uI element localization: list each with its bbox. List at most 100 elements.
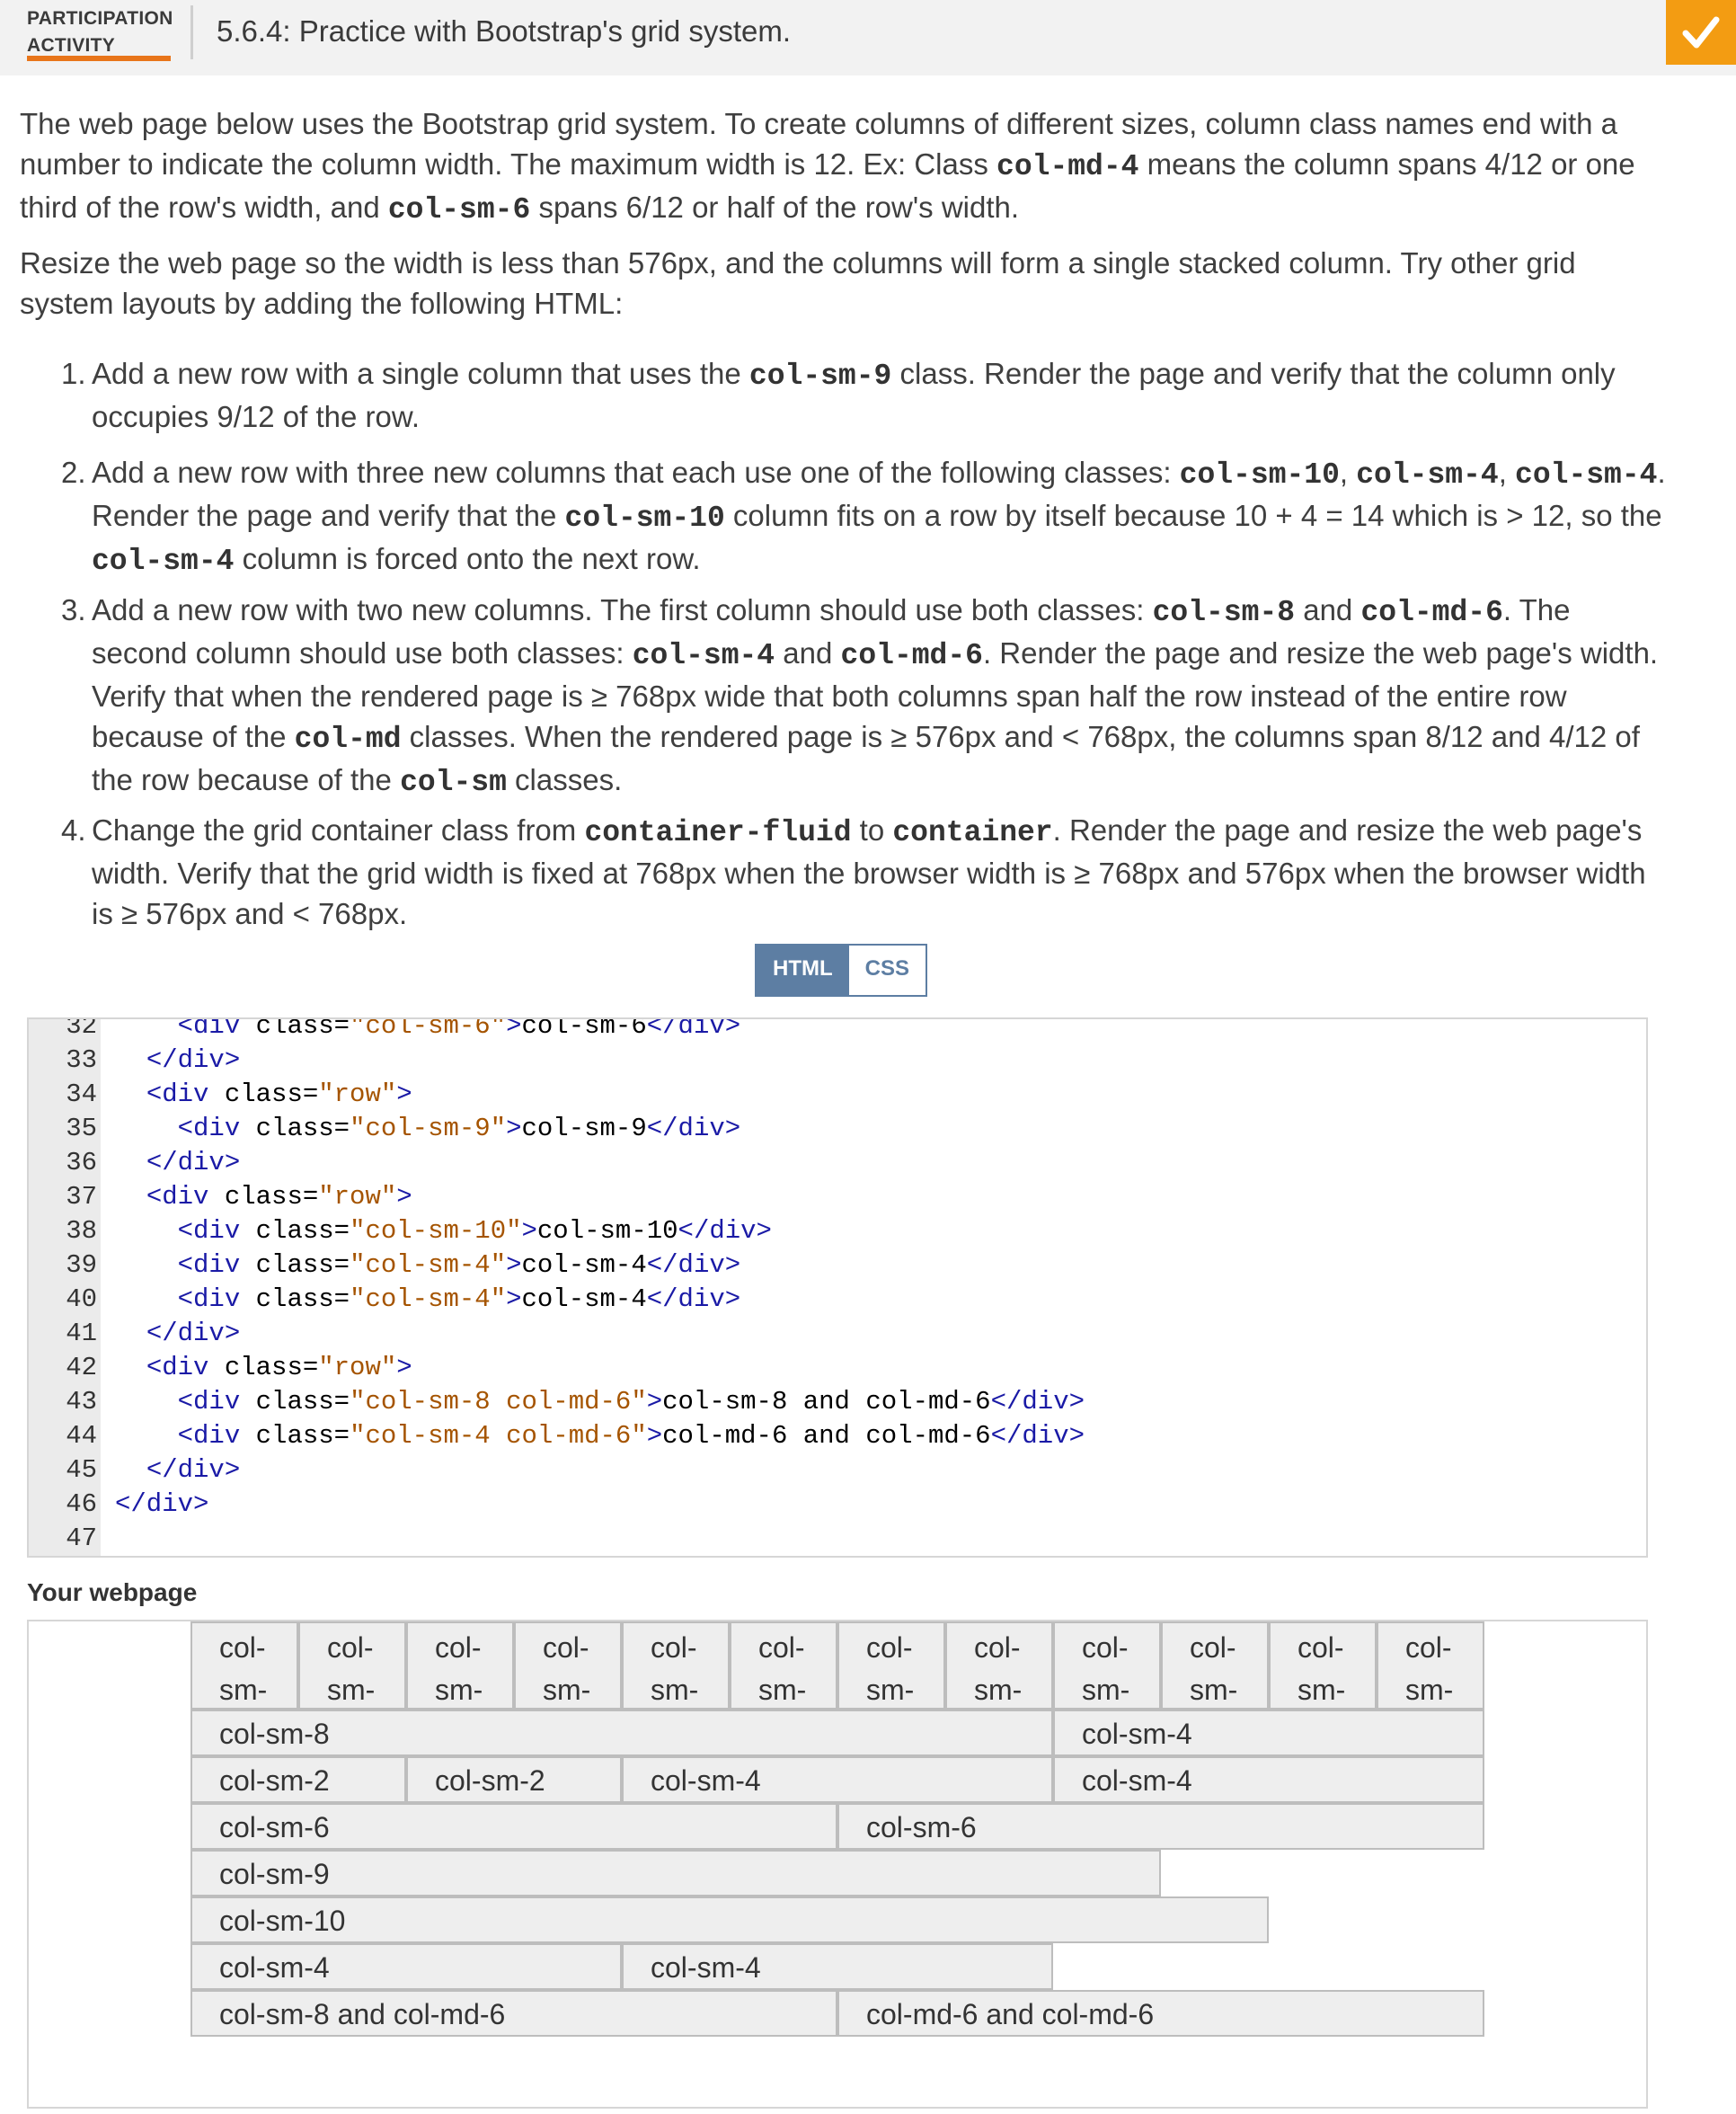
activity-type-label: PARTICIPATION ACTIVITY bbox=[27, 5, 173, 59]
code-attr-value: "col-sm-6" bbox=[350, 1017, 507, 1041]
grid-column-label: col- bbox=[1405, 1631, 1452, 1664]
step-text: Change the grid container class from con… bbox=[92, 810, 1673, 934]
code-line[interactable]: 34 <div class="row"> bbox=[29, 1078, 1637, 1112]
code-token: col-sm-4 bbox=[521, 1284, 647, 1314]
grid-column-label: sm- bbox=[219, 1674, 268, 1706]
code-tag: <div bbox=[177, 1421, 256, 1451]
code-line[interactable]: 35 <div class="col-sm-9">col-sm-9</div> bbox=[29, 1112, 1637, 1146]
code-text: </div> bbox=[115, 1044, 240, 1078]
intro-paragraph-1: The web page below uses the Bootstrap gr… bbox=[20, 103, 1664, 230]
code-line[interactable]: 33 </div> bbox=[29, 1044, 1637, 1078]
code-text: <div class="row"> bbox=[115, 1351, 412, 1385]
grid-column-label: col- bbox=[1190, 1631, 1236, 1664]
code-token: col-md-6 and col-md-6 bbox=[662, 1421, 991, 1451]
step-text-part: column fits on a row by itself because 1… bbox=[724, 499, 1662, 532]
code-attr-value: "row" bbox=[318, 1079, 397, 1109]
code-line[interactable]: 43 <div class="col-sm-8 col-md-6">col-sm… bbox=[29, 1385, 1637, 1419]
code-tag: > bbox=[506, 1250, 522, 1280]
code-attr-value: "col-sm-9" bbox=[350, 1114, 507, 1143]
grid-column-label: col- bbox=[435, 1631, 482, 1664]
grid-column: col-sm-1 bbox=[406, 1621, 514, 1748]
grid-column-label: col- bbox=[1298, 1631, 1344, 1664]
grid-column-label: col- bbox=[651, 1631, 697, 1664]
grid-column: col-sm-1 bbox=[837, 1621, 945, 1748]
grid-column: col-sm-1 bbox=[190, 1621, 298, 1748]
grid-column-label: col- bbox=[543, 1631, 589, 1664]
code-editor[interactable]: 32 <div class="col-sm-6">col-sm-6</div> 3… bbox=[27, 1017, 1648, 1558]
line-number: 36 bbox=[66, 1148, 97, 1177]
code-line[interactable]: 46 </div> bbox=[29, 1488, 1637, 1522]
code-text: <div class="col-sm-9">col-sm-9</div> bbox=[115, 1112, 741, 1146]
code-line[interactable]: 45 </div> bbox=[29, 1453, 1637, 1488]
code-tag: </div> bbox=[115, 1489, 209, 1519]
grid-column: col-sm-6 bbox=[190, 1803, 837, 1850]
accent-bar bbox=[27, 56, 171, 61]
code-tag: </div> bbox=[646, 1114, 741, 1143]
code-attr-value: "col-sm-8 col-md-6" bbox=[350, 1387, 647, 1417]
inline-code: col-md-6 bbox=[1360, 596, 1503, 629]
inline-code: col-sm-4 bbox=[92, 545, 235, 578]
inline-code: col-sm bbox=[400, 766, 507, 799]
line-number: 42 bbox=[66, 1353, 97, 1382]
code-attr-value: "row" bbox=[318, 1182, 397, 1212]
grid-column: col-sm-2 bbox=[406, 1756, 622, 1803]
code-token: col-sm-6 bbox=[521, 1017, 647, 1041]
code-line[interactable]: 40 <div class="col-sm-4">col-sm-4</div> bbox=[29, 1283, 1637, 1317]
step-text: Add a new row with three new columns tha… bbox=[92, 452, 1673, 582]
code-tag: <div bbox=[177, 1387, 256, 1417]
code-attr-value: "col-sm-4" bbox=[350, 1284, 507, 1314]
code-line[interactable]: 37 <div class="row"> bbox=[29, 1180, 1637, 1214]
code-tag: </div> bbox=[146, 1148, 241, 1177]
code-token: class= bbox=[255, 1421, 350, 1451]
code-line[interactable]: 38 <div class="col-sm-10">col-sm-10</div… bbox=[29, 1214, 1637, 1248]
line-number: 40 bbox=[66, 1284, 97, 1314]
code-line[interactable]: 47 bbox=[29, 1522, 1637, 1556]
grid-column: col-sm-1 bbox=[1269, 1621, 1377, 1748]
grid-column-label: col- bbox=[219, 1631, 266, 1664]
code-attr-value: "row" bbox=[318, 1353, 397, 1382]
grid-column: col-sm-8 and col-md-6 bbox=[190, 1990, 837, 2037]
inline-code: col-md-4 bbox=[996, 150, 1139, 183]
code-tag: </div> bbox=[990, 1387, 1085, 1417]
tab-html[interactable]: HTML bbox=[757, 946, 849, 995]
code-token: class= bbox=[224, 1182, 319, 1212]
code-text: <div class="col-sm-4">col-sm-4</div> bbox=[115, 1248, 741, 1283]
intro-paragraph-2: Resize the web page so the width is less… bbox=[20, 243, 1664, 324]
grid-column: col-sm-10 bbox=[190, 1896, 1269, 1943]
code-tag: > bbox=[646, 1421, 663, 1451]
activity-type-line1: PARTICIPATION bbox=[27, 8, 173, 29]
step-text: Add a new row with a single column that … bbox=[92, 353, 1673, 437]
code-tag: > bbox=[396, 1182, 412, 1212]
step-text-part: to bbox=[851, 813, 893, 847]
webpage-preview-label: Your webpage bbox=[27, 1578, 198, 1606]
code-tag: <div bbox=[177, 1114, 256, 1143]
code-text: </div> bbox=[115, 1146, 240, 1180]
step-text-part: and bbox=[775, 636, 841, 670]
code-tag: <div bbox=[177, 1284, 256, 1314]
inline-code: col-sm-8 bbox=[1152, 596, 1296, 629]
code-tag: </div> bbox=[646, 1284, 741, 1314]
tab-css[interactable]: CSS bbox=[848, 946, 926, 995]
activity-title: 5.6.4: Practice with Bootstrap's grid sy… bbox=[217, 14, 792, 48]
inline-code: col-sm-6 bbox=[387, 193, 531, 226]
code-line[interactable]: 41 </div> bbox=[29, 1317, 1637, 1351]
code-line[interactable]: 44 <div class="col-sm-4 col-md-6">col-md… bbox=[29, 1419, 1637, 1453]
grid-column: col-sm-1 bbox=[1053, 1621, 1161, 1748]
code-tag: > bbox=[506, 1017, 522, 1041]
code-line[interactable]: 36 </div> bbox=[29, 1146, 1637, 1180]
inline-code: col-md-6 bbox=[840, 639, 983, 672]
code-line[interactable]: 32 <div class="col-sm-6">col-sm-6</div> bbox=[29, 1017, 1637, 1044]
code-line[interactable]: 42 <div class="row"> bbox=[29, 1351, 1637, 1385]
line-number: 34 bbox=[66, 1079, 97, 1109]
code-line[interactable]: 39 <div class="col-sm-4">col-sm-4</div> bbox=[29, 1248, 1637, 1283]
grid-column-label: sm- bbox=[327, 1674, 376, 1706]
code-token: col-sm-8 and col-md-6 bbox=[662, 1387, 991, 1417]
inline-code: container bbox=[892, 816, 1053, 849]
